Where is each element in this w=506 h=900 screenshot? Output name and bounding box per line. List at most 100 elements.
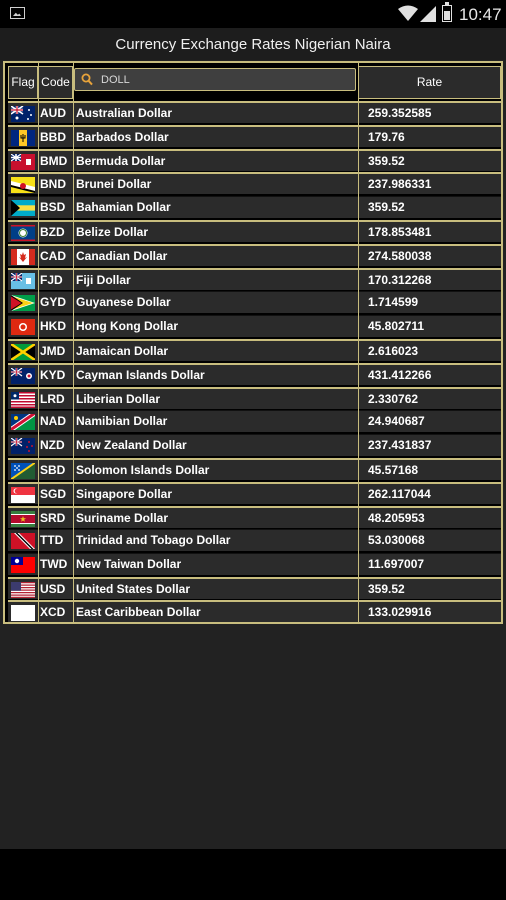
table-row[interactable]: BSD Bahamian Dollar 359.52 — [5, 196, 501, 218]
exchange-rate: 24.940687 — [358, 410, 501, 432]
guyana-flag-icon — [11, 295, 35, 311]
bermuda-flag-icon — [11, 154, 35, 170]
currency-name: Trinidad and Tobago Dollar — [73, 529, 358, 551]
app-title: Currency Exchange Rates Nigerian Naira — [115, 36, 391, 53]
currency-code: SBD — [38, 458, 73, 480]
table-row[interactable]: SGD Singapore Dollar 262.117044 — [5, 482, 501, 504]
signal-icon — [420, 6, 436, 22]
currency-code: XCD — [38, 600, 73, 622]
flag-cell — [8, 387, 38, 409]
namibia-flag-icon — [11, 414, 35, 430]
currency-code: NZD — [38, 434, 73, 456]
wifi-icon — [398, 5, 418, 21]
currency-name: Canadian Dollar — [73, 244, 358, 266]
currency-code: TTD — [38, 529, 73, 551]
table-row[interactable]: SBD Solomon Islands Dollar 45.57168 — [5, 458, 501, 480]
currency-name: Jamaican Dollar — [73, 339, 358, 361]
flag-cell — [8, 268, 38, 290]
flag-cell — [8, 506, 38, 528]
liberia-flag-icon — [11, 392, 35, 408]
exchange-rate: 259.352585 — [358, 101, 501, 123]
bahamas-flag-icon — [11, 200, 35, 216]
table-row[interactable]: BZD Belize Dollar 178.853481 — [5, 220, 501, 242]
flag-cell — [8, 458, 38, 480]
table-row[interactable]: NZD New Zealand Dollar 237.431837 — [5, 434, 501, 456]
table-row[interactable]: TWD New Taiwan Dollar 11.697007 — [5, 553, 501, 575]
table-row[interactable]: GYD Guyanese Dollar 1.714599 — [5, 291, 501, 313]
battery-icon — [442, 2, 452, 22]
currency-name: Solomon Islands Dollar — [73, 458, 358, 480]
exchange-rate: 262.117044 — [358, 482, 501, 504]
flag-cell — [8, 172, 38, 194]
currency-name: Australian Dollar — [73, 101, 358, 123]
currency-name: Brunei Dollar — [73, 172, 358, 194]
currency-name: East Caribbean Dollar — [73, 600, 358, 622]
table-row[interactable]: FJD Fiji Dollar 170.312268 — [5, 268, 501, 290]
fiji-flag-icon — [11, 273, 35, 289]
exchange-rate: 170.312268 — [358, 268, 501, 290]
currency-code: SRD — [38, 506, 73, 528]
canada-flag-icon — [11, 249, 35, 265]
table-row[interactable]: JMD Jamaican Dollar 2.616023 — [5, 339, 501, 361]
exchange-rate: 237.431837 — [358, 434, 501, 456]
currency-code: BMD — [38, 149, 73, 171]
currency-name: Fiji Dollar — [73, 268, 358, 290]
usa-flag-icon — [11, 582, 35, 598]
table-row[interactable]: BND Brunei Dollar 237.986331 — [5, 172, 501, 194]
exchange-rate: 11.697007 — [358, 553, 501, 575]
table-row[interactable]: XCD East Caribbean Dollar 133.029916 — [5, 600, 501, 622]
search-input[interactable] — [99, 71, 353, 89]
flag-cell — [8, 196, 38, 218]
flag-cell — [8, 220, 38, 242]
australia-flag-icon — [11, 106, 35, 122]
currency-name: New Taiwan Dollar — [73, 553, 358, 575]
table-row[interactable]: USD United States Dollar 359.52 — [5, 577, 501, 599]
header-code-label: Code — [41, 75, 70, 89]
table-row[interactable]: BMD Bermuda Dollar 359.52 — [5, 149, 501, 171]
header-flag-label: Flag — [11, 75, 35, 89]
flag-cell — [8, 553, 38, 575]
currency-name: New Zealand Dollar — [73, 434, 358, 456]
exchange-rate: 359.52 — [358, 577, 501, 599]
currency-code: BND — [38, 172, 73, 194]
picture-icon — [10, 7, 25, 19]
header-flag[interactable]: Flag — [8, 66, 38, 99]
exchange-rate: 45.57168 — [358, 458, 501, 480]
currency-name: Bermuda Dollar — [73, 149, 358, 171]
table-row[interactable]: LRD Liberian Dollar 2.330762 — [5, 387, 501, 409]
exchange-rate: 237.986331 — [358, 172, 501, 194]
table-row[interactable]: TTD Trinidad and Tobago Dollar 53.030068 — [5, 529, 501, 551]
flag-cell — [8, 600, 38, 622]
table-row[interactable]: KYD Cayman Islands Dollar 431.412266 — [5, 363, 501, 385]
currency-name: Liberian Dollar — [73, 387, 358, 409]
currency-name: Singapore Dollar — [73, 482, 358, 504]
table-row[interactable]: NAD Namibian Dollar 24.940687 — [5, 410, 501, 432]
currency-name: Belize Dollar — [73, 220, 358, 242]
singapore-flag-icon — [11, 487, 35, 503]
suriname-flag-icon — [11, 511, 35, 527]
currency-name: Guyanese Dollar — [73, 291, 358, 313]
flag-cell — [8, 339, 38, 361]
flag-cell — [8, 482, 38, 504]
currency-code: JMD — [38, 339, 73, 361]
table-row[interactable]: HKD Hong Kong Dollar 45.802711 — [5, 315, 501, 337]
solomon-flag-icon — [11, 463, 35, 479]
table-row[interactable]: BBD Barbados Dollar 179.76 — [5, 125, 501, 147]
currency-code: BZD — [38, 220, 73, 242]
exchange-rate: 178.853481 — [358, 220, 501, 242]
table-row[interactable]: SRD Suriname Dollar 48.205953 — [5, 506, 501, 528]
header-rate[interactable]: Rate — [358, 66, 501, 99]
search-box[interactable] — [74, 68, 356, 91]
header-code[interactable]: Code — [38, 66, 73, 99]
table-row[interactable]: CAD Canadian Dollar 274.580038 — [5, 244, 501, 266]
table-row[interactable]: AUD Australian Dollar 259.352585 — [5, 101, 501, 123]
brunei-flag-icon — [11, 177, 35, 193]
jamaica-flag-icon — [11, 344, 35, 360]
currency-name: Cayman Islands Dollar — [73, 363, 358, 385]
flag-cell — [8, 244, 38, 266]
flag-cell — [8, 125, 38, 147]
currency-code: CAD — [38, 244, 73, 266]
currency-name: Hong Kong Dollar — [73, 315, 358, 337]
currency-code: BBD — [38, 125, 73, 147]
exchange-rate: 45.802711 — [358, 315, 501, 337]
